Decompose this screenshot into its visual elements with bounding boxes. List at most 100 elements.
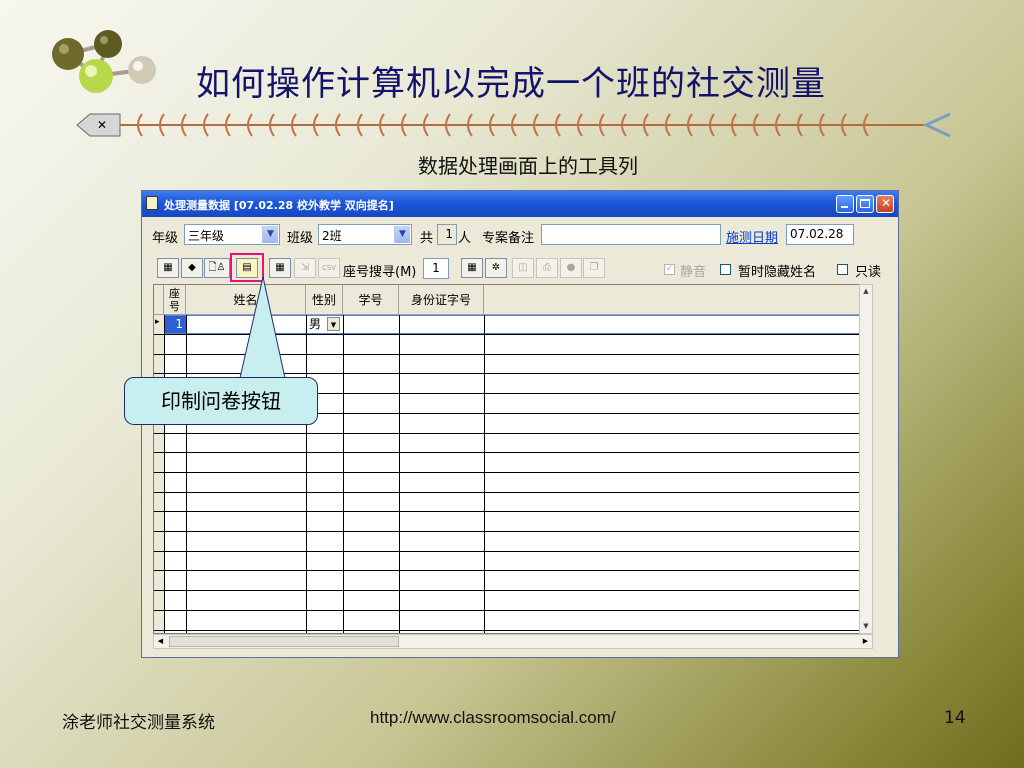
grid-column-line <box>399 315 400 633</box>
svg-text:✕: ✕ <box>97 118 107 132</box>
notes-input[interactable] <box>541 224 721 245</box>
grid-row-line <box>154 491 869 493</box>
import-icon: ⇲ <box>300 262 310 273</box>
grid-column-line <box>484 315 485 633</box>
grid-row-line <box>154 511 869 513</box>
network-icon: ✲ <box>491 262 501 273</box>
app-icon <box>146 196 158 210</box>
fishbone-divider: ✕ <box>76 112 951 138</box>
grid-row-line <box>154 570 869 572</box>
class-label: 班级 <box>287 231 314 246</box>
move-icon: ◆ <box>188 262 196 273</box>
window-titlebar: 处理测量数据 [07.02.28 校外教学 双向提名] ✕ <box>142 191 898 217</box>
callout-label: 印制问卷按钮 <box>124 377 318 425</box>
printer-icon: ⎙ <box>543 262 551 273</box>
grid-row-line <box>154 432 869 434</box>
matrix-icon: ▦ <box>467 262 477 273</box>
minimize-icon <box>841 206 848 208</box>
mute-checkbox[interactable]: ✓ <box>664 264 675 275</box>
total-unit-label: 人 <box>458 231 472 246</box>
grid-icon: ▦ <box>275 262 285 273</box>
total-count-field: 1 <box>437 224 457 245</box>
print-button[interactable]: ⎙ <box>536 258 558 278</box>
id-number-cell[interactable] <box>400 316 483 333</box>
grid-column-line <box>343 315 344 633</box>
table-view-button[interactable]: ▦ <box>157 258 179 278</box>
footer-left-text: 涂老师社交测量系统 <box>62 713 215 733</box>
notes-label: 专案备注 <box>482 231 535 246</box>
row-indicator-header <box>154 285 164 315</box>
column-header-empty <box>484 285 869 315</box>
page-number: 14 <box>944 708 966 728</box>
group-icon: ● <box>566 262 576 273</box>
group-button[interactable]: ● <box>560 258 582 278</box>
grid-column-line <box>306 315 307 633</box>
grade-select-value: 三年级 <box>188 229 225 243</box>
chart-icon: ◫ <box>518 262 528 273</box>
chevron-down-icon[interactable]: ▼ <box>394 226 410 243</box>
grid-row-line <box>154 471 869 473</box>
test-date-link[interactable]: 施测日期 <box>726 227 778 246</box>
gender-cell[interactable]: 男 ▼ <box>307 316 342 333</box>
seat-cell[interactable]: 1 <box>165 316 186 333</box>
column-header-seat[interactable]: 座号 <box>164 285 186 315</box>
maximize-button[interactable] <box>856 195 874 213</box>
csv-icon: CSV <box>321 264 337 272</box>
footer-url[interactable]: http://www.classroomsocial.com/ <box>370 708 616 728</box>
class-select[interactable]: 2班 ▼ <box>318 224 412 245</box>
sociogram-button[interactable]: ✲ <box>485 258 507 278</box>
chart-button[interactable]: ◫ <box>512 258 534 278</box>
scroll-down-icon[interactable]: ▼ <box>860 620 872 633</box>
document-icon: 🗋♙ <box>208 262 226 273</box>
grade-label: 年级 <box>152 231 179 246</box>
readonly-checkbox[interactable] <box>837 264 848 275</box>
copy-button[interactable]: ❐ <box>583 258 605 278</box>
grid-row-line <box>154 531 869 532</box>
scroll-thumb[interactable] <box>169 636 399 647</box>
grid-row-line <box>154 590 869 592</box>
scroll-up-icon[interactable]: ▲ <box>860 285 872 298</box>
column-header-student-id[interactable]: 学号 <box>343 285 399 315</box>
grid-row-line <box>154 629 869 631</box>
window-title: 处理测量数据 [07.02.28 校外教学 双向提名] <box>164 199 394 212</box>
vertical-scrollbar[interactable]: ▲ ▼ <box>859 284 873 634</box>
copy-icon: ❐ <box>589 262 599 273</box>
current-row-arrow-icon: ▸ <box>155 317 160 327</box>
total-label: 共 <box>420 231 434 246</box>
class-select-value: 2班 <box>322 229 342 243</box>
hide-names-checkbox[interactable] <box>720 264 731 275</box>
close-button[interactable]: ✕ <box>876 195 894 213</box>
scroll-left-icon[interactable]: ◀ <box>154 635 167 648</box>
grid-row-line <box>154 452 869 454</box>
csv-button[interactable]: CSV <box>318 258 340 278</box>
student-id-cell[interactable] <box>344 316 398 333</box>
slide-title: 如何操作计算机以完成一个班的社交测量 <box>196 64 826 104</box>
matrix-button[interactable]: ▦ <box>461 258 483 278</box>
row-indicator-gutter <box>154 315 164 633</box>
maximize-icon <box>860 199 870 208</box>
column-header-id-number[interactable]: 身份证字号 <box>399 285 484 315</box>
grid-column-line <box>164 315 165 633</box>
callout-pointer <box>239 276 286 379</box>
new-document-button[interactable]: 🗋♙ <box>204 258 230 278</box>
horizontal-scrollbar[interactable]: ◀ ▶ <box>153 634 873 649</box>
grade-select[interactable]: 三年级 ▼ <box>184 224 280 245</box>
column-header-gender[interactable]: 性别 <box>306 285 343 315</box>
table-icon: ▦ <box>163 262 173 273</box>
questionnaire-icon: ▤ <box>242 262 252 273</box>
chevron-down-icon[interactable]: ▼ <box>262 226 278 243</box>
readonly-label: 只读 <box>855 265 882 280</box>
seat-search-label: 座号搜寻(M) <box>343 265 417 280</box>
close-icon: ✕ <box>881 196 892 210</box>
seat-search-input[interactable]: 1 <box>423 258 449 279</box>
hide-names-label: 暂时隐藏姓名 <box>738 265 817 280</box>
logo-molecule-icon <box>52 30 156 93</box>
minimize-button[interactable] <box>836 195 854 213</box>
gender-value: 男 <box>309 317 322 331</box>
mute-label: 静音 <box>680 265 707 280</box>
move-button[interactable]: ◆ <box>181 258 203 278</box>
slide-subtitle: 数据处理画面上的工具列 <box>418 154 638 178</box>
chevron-down-icon[interactable]: ▼ <box>327 317 340 331</box>
scroll-right-icon[interactable]: ▶ <box>859 635 872 648</box>
test-date-field[interactable]: 07.02.28 <box>786 224 854 245</box>
